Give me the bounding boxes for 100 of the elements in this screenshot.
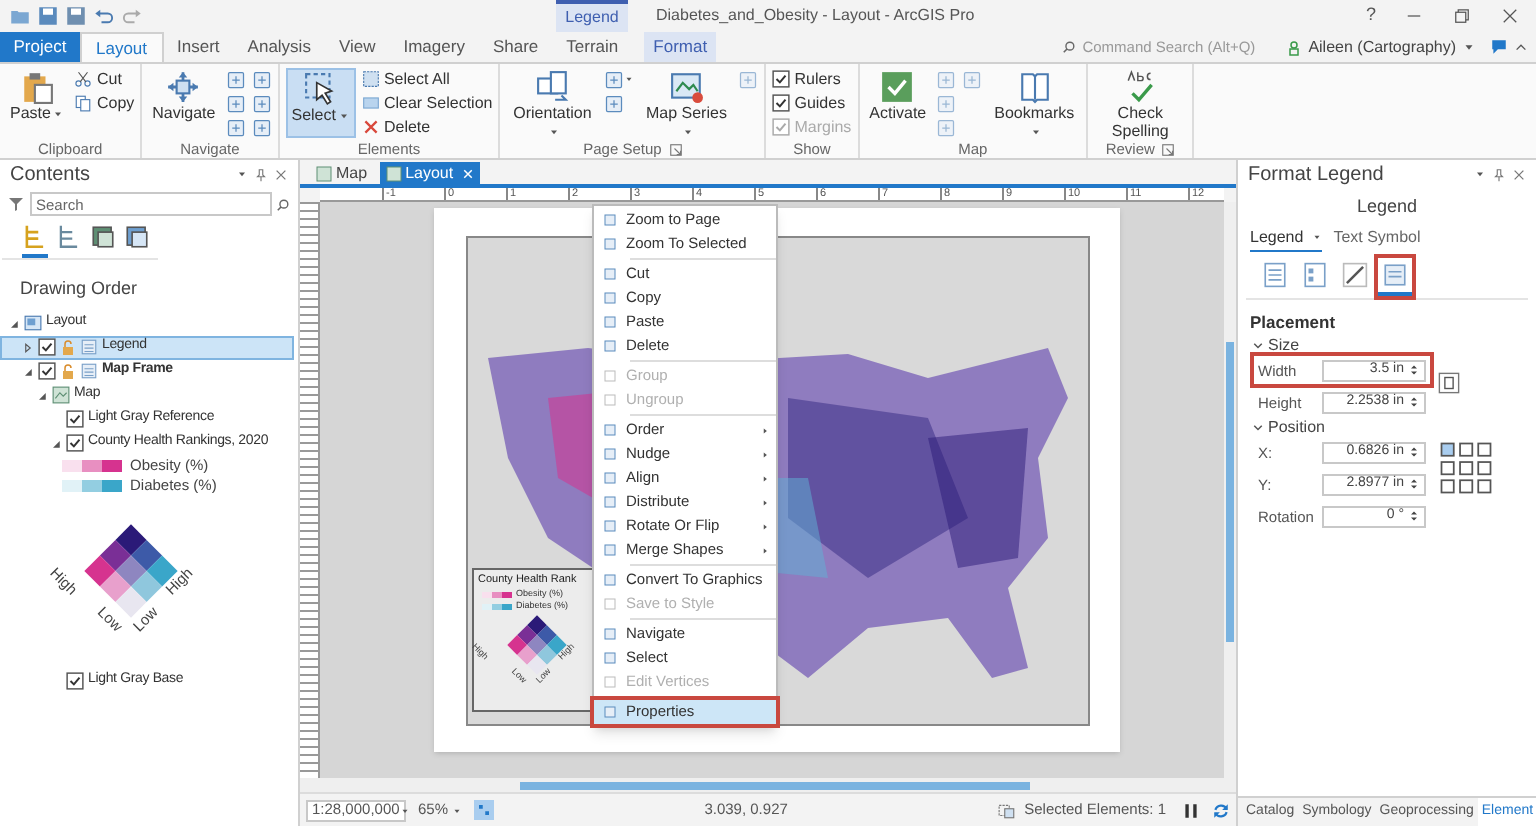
color-ramp-swatch bbox=[62, 459, 122, 471]
checkbox[interactable] bbox=[66, 672, 84, 690]
submenu-arrow-icon bbox=[760, 473, 770, 483]
ribbon-tab[interactable]: Insert bbox=[163, 32, 234, 62]
page-icon bbox=[535, 70, 570, 104]
square-icon bbox=[602, 596, 618, 612]
copy-icon bbox=[74, 94, 93, 112]
chevron-down-icon bbox=[1252, 421, 1264, 434]
pane-menu-icon[interactable] bbox=[1474, 168, 1486, 180]
ribbon-tab[interactable]: Project bbox=[0, 32, 80, 62]
ribbon-button[interactable]: Activate bbox=[865, 68, 931, 138]
ribbon-tab[interactable]: Layout bbox=[80, 32, 164, 62]
square-icon bbox=[602, 266, 618, 282]
horizontal-scrollbar[interactable] bbox=[300, 778, 1236, 792]
aspect-lock-icon[interactable] bbox=[1438, 372, 1460, 395]
caret-icon bbox=[399, 805, 410, 815]
ribbon-tab[interactable]: Analysis bbox=[233, 32, 325, 62]
checkbox[interactable] bbox=[38, 338, 56, 356]
square-icon bbox=[602, 704, 618, 720]
clipboard-icon bbox=[20, 70, 55, 104]
ribbon-button[interactable]: Bookmarks bbox=[988, 68, 1081, 138]
vertical-scrollbar[interactable] bbox=[1224, 202, 1236, 778]
ribbon-button[interactable]: Select All bbox=[361, 68, 493, 90]
property-page-tab[interactable]: Text Symbol bbox=[1333, 226, 1421, 250]
square-icon bbox=[602, 542, 618, 558]
ribbon-button[interactable]: Delete bbox=[361, 116, 493, 138]
close-icon[interactable] bbox=[1512, 167, 1526, 181]
ribbon-button[interactable]: Clear Selection bbox=[361, 92, 493, 114]
folder-icon bbox=[10, 6, 30, 26]
ribbon-icon-button[interactable] bbox=[225, 116, 246, 138]
checkbox[interactable] bbox=[66, 410, 84, 428]
caret-icon bbox=[452, 805, 463, 815]
color-ramp-swatch bbox=[482, 603, 512, 609]
document-tab[interactable]: Layout bbox=[379, 162, 480, 184]
save-icon bbox=[38, 6, 58, 26]
square-icon bbox=[602, 368, 618, 384]
tree-list-icon bbox=[56, 224, 82, 250]
submenu-arrow-icon bbox=[760, 497, 770, 507]
ribbon-button[interactable]: Copy bbox=[74, 92, 135, 114]
ribbon-tab[interactable]: Format bbox=[644, 32, 717, 62]
close-icon[interactable] bbox=[274, 167, 288, 181]
caret-icon[interactable] bbox=[1462, 40, 1476, 54]
restore-icon[interactable] bbox=[1452, 6, 1472, 26]
ribbon-icon-button[interactable] bbox=[251, 92, 272, 114]
expanded-arrow-icon[interactable] bbox=[36, 389, 48, 401]
ribbon-icon-button[interactable] bbox=[604, 68, 635, 90]
ribbon-icon-button[interactable] bbox=[251, 116, 272, 138]
ribbon-tab[interactable]: Terrain bbox=[552, 32, 633, 62]
checkbox[interactable] bbox=[772, 94, 791, 112]
ribbon-button[interactable]: Select bbox=[285, 68, 356, 138]
help-button[interactable]: ? bbox=[1365, 2, 1376, 30]
pause-icon[interactable] bbox=[1182, 801, 1200, 819]
filter-icon[interactable] bbox=[8, 196, 24, 212]
ribbon-button[interactable]: Map Series bbox=[640, 68, 733, 138]
view-tab[interactable] bbox=[22, 224, 48, 258]
ribbon-button[interactable]: Paste bbox=[6, 68, 69, 138]
pin-icon[interactable] bbox=[1492, 167, 1506, 181]
group-toggle[interactable]: Size bbox=[1238, 334, 1536, 357]
group-toggle[interactable]: Position bbox=[1238, 416, 1536, 439]
pane-menu-icon[interactable] bbox=[236, 168, 248, 180]
collapsed-arrow-icon[interactable] bbox=[22, 341, 34, 353]
dialog-launcher-icon[interactable] bbox=[669, 143, 682, 155]
checkbox-option[interactable]: Rulers bbox=[772, 68, 852, 90]
pane-title: Format Legend bbox=[1248, 161, 1386, 189]
format-icon-tab[interactable] bbox=[1378, 257, 1412, 295]
expanded-arrow-icon[interactable] bbox=[50, 437, 62, 449]
square-icon bbox=[602, 470, 618, 486]
collapse-icon[interactable] bbox=[1514, 40, 1528, 54]
expanded-arrow-icon[interactable] bbox=[8, 317, 20, 329]
spinner-icon bbox=[1408, 364, 1420, 377]
close-icon[interactable] bbox=[1500, 6, 1520, 26]
window-title: Diabetes_and_Obesity - Layout - ArcGIS Pro bbox=[654, 4, 977, 28]
ribbon-icon-button[interactable] bbox=[251, 68, 272, 90]
ribbon-button[interactable]: Orientation bbox=[506, 68, 599, 138]
anchor-grid-icon[interactable] bbox=[1438, 440, 1494, 497]
checkbox[interactable] bbox=[66, 434, 84, 452]
ribbon-tab[interactable]: Imagery bbox=[389, 32, 479, 62]
square-icon bbox=[602, 494, 618, 510]
refresh-icon[interactable] bbox=[1212, 801, 1230, 819]
pin-icon[interactable] bbox=[254, 167, 268, 181]
dialog-launcher-icon[interactable] bbox=[1162, 143, 1175, 155]
ribbon-button[interactable]: Navigate bbox=[148, 68, 220, 138]
property-page-tab[interactable]: Legend bbox=[1250, 225, 1322, 251]
ribbon-tab[interactable]: View bbox=[324, 32, 390, 62]
checkbox[interactable] bbox=[772, 70, 791, 88]
ribbon-tab[interactable]: Share bbox=[478, 32, 553, 62]
element-name: Legend bbox=[1354, 194, 1420, 220]
scissors-icon bbox=[74, 70, 93, 88]
user-name[interactable]: Aileen (Cartography) bbox=[1308, 35, 1456, 59]
checkbox-option[interactable]: Guides bbox=[772, 92, 852, 114]
ribbon-icon-button[interactable] bbox=[225, 92, 246, 114]
ribbon-button[interactable]: Check Spelling bbox=[1094, 68, 1187, 138]
expanded-arrow-icon[interactable] bbox=[22, 365, 34, 377]
ribbon-icon-button[interactable] bbox=[225, 68, 246, 90]
ribbon-button[interactable]: Cut bbox=[74, 68, 135, 90]
snapping-icon[interactable] bbox=[474, 800, 495, 820]
checkbox[interactable] bbox=[38, 362, 56, 380]
undo-icon[interactable] bbox=[94, 6, 114, 26]
tool-icon bbox=[225, 69, 246, 89]
notification-icon[interactable] bbox=[1490, 38, 1508, 56]
